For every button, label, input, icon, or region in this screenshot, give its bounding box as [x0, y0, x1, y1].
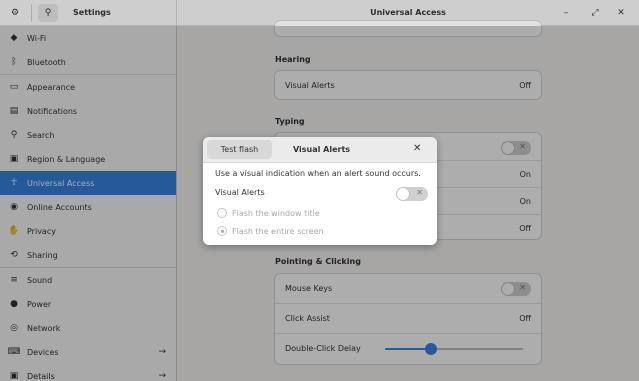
radio-button[interactable]	[217, 226, 227, 236]
visual-alerts-dialog: Test flash Visual Alerts ✕ Use a visual …	[203, 137, 437, 245]
switch-knob	[397, 188, 409, 200]
radio-flash-entire-screen[interactable]: Flash the entire screen	[217, 225, 324, 237]
visual-alerts-switch[interactable]: ✕	[396, 187, 428, 201]
radio-label: Flash the entire screen	[232, 226, 324, 236]
radio-button[interactable]	[217, 208, 227, 218]
dialog-description: Use a visual indication when an alert so…	[215, 169, 421, 178]
dialog-title: Visual Alerts	[293, 145, 351, 154]
radio-label: Flash the window title	[232, 208, 320, 218]
visual-alerts-label: Visual Alerts	[215, 188, 265, 197]
switch-off-icon: ✕	[416, 188, 423, 197]
dialog-header: Test flash Visual Alerts ✕	[203, 137, 437, 163]
close-icon[interactable]: ✕	[413, 143, 421, 154]
test-flash-button[interactable]: Test flash	[207, 140, 272, 159]
modal-overlay-titlebar	[0, 0, 639, 26]
radio-flash-window-title[interactable]: Flash the window title	[217, 207, 320, 219]
